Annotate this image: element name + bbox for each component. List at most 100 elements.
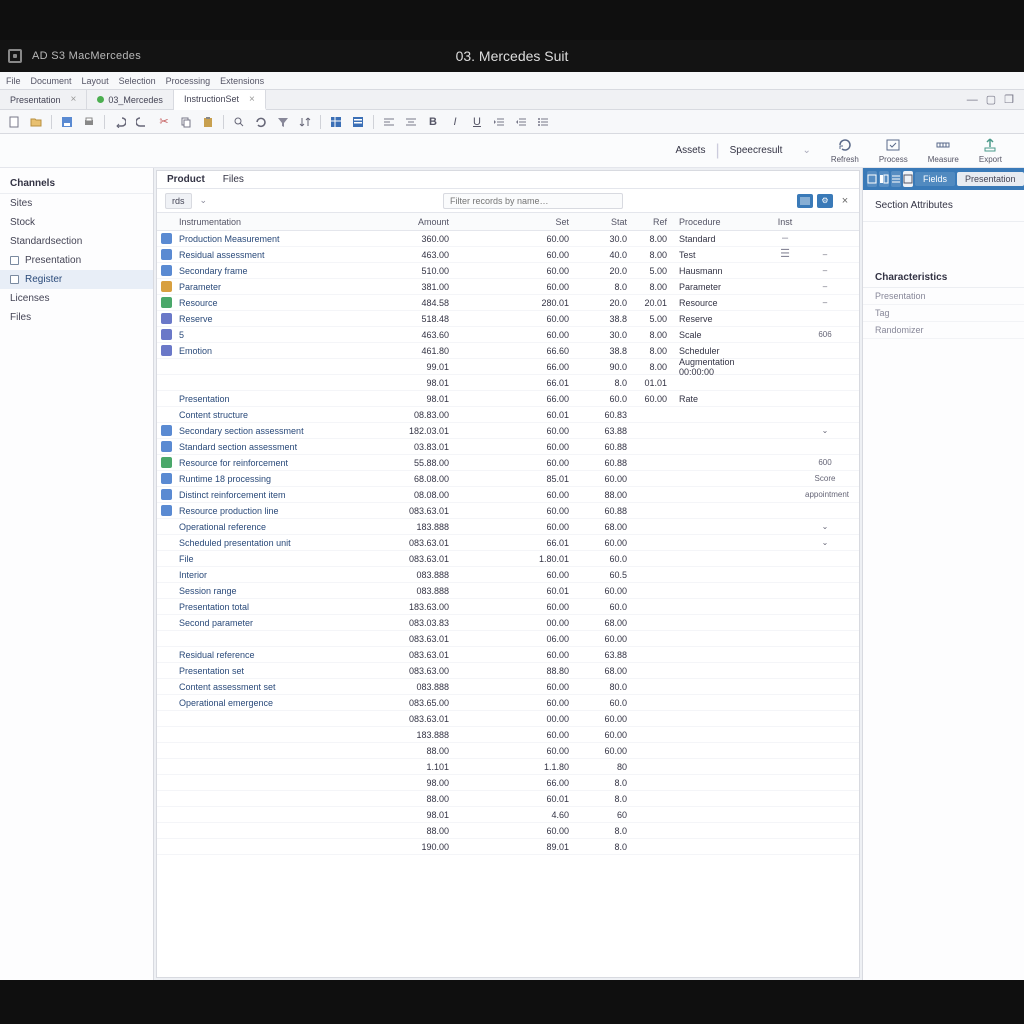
toolbar-open-button[interactable] <box>26 113 46 131</box>
inspector-prop[interactable]: Randomizer <box>863 322 1024 339</box>
table-row[interactable]: Secondary section assessment182.03.0160.… <box>157 423 859 439</box>
table-row[interactable]: 99.0166.0090.08.00Augmentation 00:00:00 <box>157 359 859 375</box>
cell-action[interactable]: ⌄ <box>805 539 845 547</box>
toolbar-print-button[interactable] <box>79 113 99 131</box>
grid-tab-files[interactable]: Files <box>223 174 244 185</box>
col-inst[interactable]: Inst <box>765 217 805 227</box>
table-row[interactable]: 083.63.0106.0060.00 <box>157 631 859 647</box>
inspector-prop[interactable]: Presentation <box>863 287 1024 305</box>
table-row[interactable]: Resource for reinforcement55.88.0060.006… <box>157 455 859 471</box>
cell-action[interactable]: ⌄ <box>805 523 845 531</box>
table-row[interactable]: 98.014.6060 <box>157 807 859 823</box>
menu-document[interactable]: Document <box>31 76 72 86</box>
table-row[interactable]: Distinct reinforcement item08.08.0060.00… <box>157 487 859 503</box>
view-mode-2-button[interactable] <box>879 171 889 187</box>
cell-action[interactable]: ⌄ <box>805 427 845 435</box>
close-icon[interactable]: × <box>249 94 255 105</box>
action-speecresult[interactable]: Speecresult <box>720 145 793 156</box>
table-row[interactable]: Residual assessment463.0060.0040.08.00Te… <box>157 247 859 263</box>
table-row[interactable]: Parameter381.0060.008.08.00Parameter– <box>157 279 859 295</box>
sidebar-item-register[interactable]: Register <box>0 270 153 289</box>
toolbar-paste-button[interactable] <box>198 113 218 131</box>
table-row[interactable]: Interior083.88860.0060.5 <box>157 567 859 583</box>
toolbar-list-button[interactable] <box>533 113 553 131</box>
table-row[interactable]: Residual reference083.63.0160.0063.88 <box>157 647 859 663</box>
table-row[interactable]: Operational reference183.88860.0068.00⌄ <box>157 519 859 535</box>
cell-action[interactable]: – <box>805 283 845 291</box>
table-row[interactable]: Second parameter083.03.8300.0068.00 <box>157 615 859 631</box>
sidebar-item-files[interactable]: Files <box>0 308 153 327</box>
toolbar-sort-button[interactable] <box>295 113 315 131</box>
view-mode-1-button[interactable] <box>867 171 877 187</box>
sidebar-item-presentation[interactable]: Presentation <box>0 251 153 270</box>
close-icon[interactable]: × <box>71 94 77 105</box>
cell-action[interactable]: – <box>805 251 845 259</box>
cell-action[interactable]: appointment <box>805 491 845 499</box>
toolbar-undo-button[interactable] <box>110 113 130 131</box>
table-row[interactable]: 083.63.0100.0060.00 <box>157 711 859 727</box>
table-row[interactable]: 190.0089.018.0 <box>157 839 859 855</box>
large-measure-button[interactable]: Measure <box>918 137 969 164</box>
toolbar-outdent-button[interactable] <box>511 113 531 131</box>
sidebar-item-standardsection[interactable]: Standardsection <box>0 232 153 251</box>
view-mode-4-button[interactable] <box>903 171 913 187</box>
sidebar-item-sites[interactable]: Sites <box>0 194 153 213</box>
table-row[interactable]: Secondary frame510.0060.0020.05.00Hausma… <box>157 263 859 279</box>
large-export-button[interactable]: Export <box>969 137 1012 164</box>
menu-selection[interactable]: Selection <box>119 76 156 86</box>
table-row[interactable]: Scheduled presentation unit083.63.0166.0… <box>157 535 859 551</box>
toolbar-cut-button[interactable]: ✂ <box>154 113 174 131</box>
table-row[interactable]: Session range083.88860.0160.00 <box>157 583 859 599</box>
tab-mercedes[interactable]: InstructionSet × <box>174 90 266 110</box>
view-toggle-button[interactable] <box>797 194 813 208</box>
table-row[interactable]: Resource production line083.63.0160.0060… <box>157 503 859 519</box>
inspector-prop[interactable]: Tag <box>863 305 1024 322</box>
table-row[interactable]: 98.0066.008.0 <box>157 775 859 791</box>
cell-action[interactable]: – <box>805 267 845 275</box>
menu-processing[interactable]: Processing <box>166 76 211 86</box>
table-row[interactable]: Standard section assessment03.83.0160.00… <box>157 439 859 455</box>
table-row[interactable]: Content structure08.83.0060.0160.83 <box>157 407 859 423</box>
table-row[interactable]: 98.0166.018.001.01 <box>157 375 859 391</box>
inspector-more-label[interactable]: Presentation <box>957 172 1024 186</box>
grid-settings-button[interactable]: ⚙ <box>817 194 833 208</box>
tab-presentation[interactable]: Presentation × <box>0 90 87 109</box>
view-mode-3-button[interactable] <box>891 171 901 187</box>
table-row[interactable]: Presentation98.0166.0060.060.00Rate <box>157 391 859 407</box>
toolbar-redo-button[interactable] <box>132 113 152 131</box>
col-amount[interactable]: Amount <box>357 217 467 227</box>
toolbar-new-button[interactable] <box>4 113 24 131</box>
cell-action[interactable]: – <box>805 299 845 307</box>
table-row[interactable]: Production Measurement360.0060.0030.08.0… <box>157 231 859 247</box>
toolbar-copy-button[interactable] <box>176 113 196 131</box>
col-stat[interactable]: Stat <box>587 217 635 227</box>
checkbox-icon[interactable] <box>10 275 19 284</box>
table-row[interactable]: Reserve518.4860.0038.85.00Reserve <box>157 311 859 327</box>
cell-action[interactable]: 600 <box>805 459 845 467</box>
close-icon[interactable]: × <box>837 194 853 208</box>
checkbox-icon[interactable] <box>10 256 19 265</box>
toolbar-align-left-button[interactable] <box>379 113 399 131</box>
table-row[interactable]: Content assessment set083.88860.0080.0 <box>157 679 859 695</box>
table-row[interactable]: 88.0060.0060.00 <box>157 743 859 759</box>
filter-chip[interactable]: rds <box>165 193 192 209</box>
col-instrumentation[interactable]: Instrumentation <box>177 217 357 227</box>
cell-action[interactable]: 606 <box>805 331 845 339</box>
table-row[interactable]: Operational emergence083.65.0060.0060.0 <box>157 695 859 711</box>
restore-icon[interactable]: ❐ <box>1004 93 1014 106</box>
table-row[interactable]: Runtime 18 processing68.08.0085.0160.00S… <box>157 471 859 487</box>
cell-menu-icon[interactable]: – <box>765 233 805 244</box>
toolbar-bold-button[interactable]: B <box>423 113 443 131</box>
table-row[interactable]: 88.0060.008.0 <box>157 823 859 839</box>
action-assets[interactable]: Assets <box>665 145 715 156</box>
menu-layout[interactable]: Layout <box>82 76 109 86</box>
table-row[interactable]: 183.88860.0060.00 <box>157 727 859 743</box>
sidebar-item-licenses[interactable]: Licenses <box>0 289 153 308</box>
toolbar-refresh-button[interactable] <box>251 113 271 131</box>
col-ref[interactable]: Ref <box>635 217 675 227</box>
chevron-down-icon[interactable]: ⌄ <box>200 195 208 206</box>
menu-file[interactable]: File <box>6 76 21 86</box>
col-procedure[interactable]: Procedure <box>675 217 765 227</box>
toolbar-filter-button[interactable] <box>273 113 293 131</box>
maximize-icon[interactable]: ▢ <box>986 93 996 106</box>
